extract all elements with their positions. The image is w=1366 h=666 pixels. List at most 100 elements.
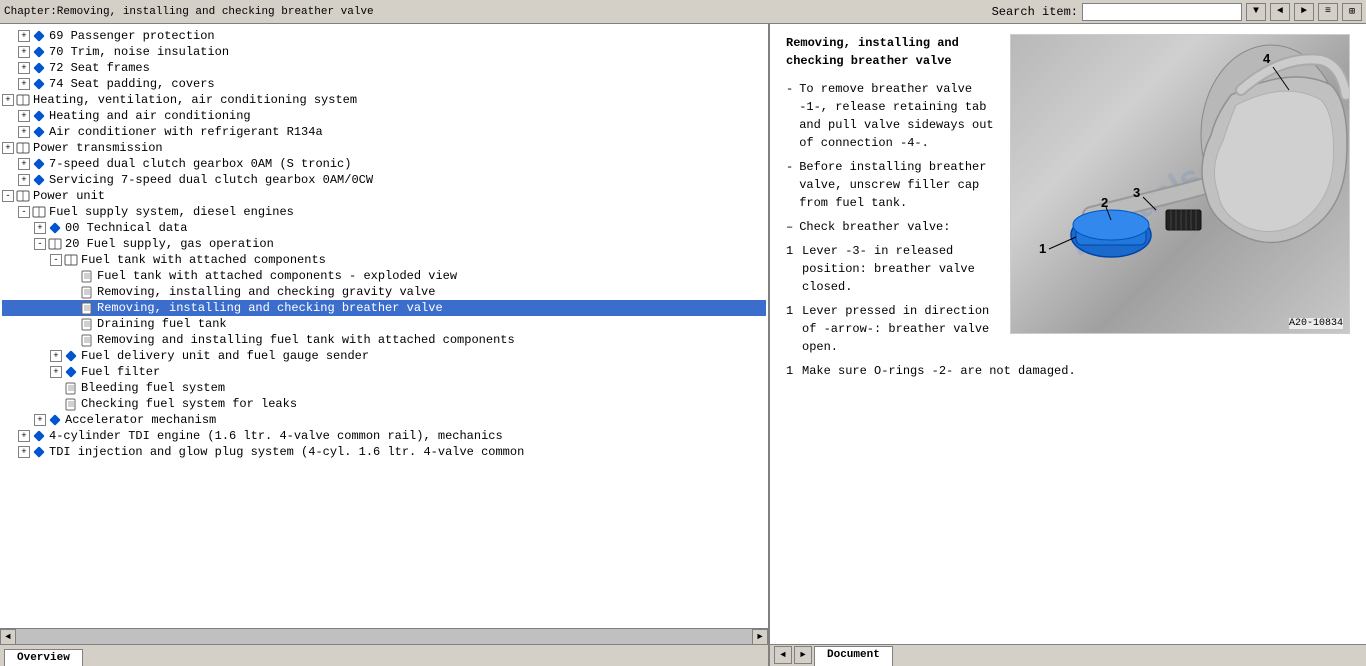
node-icon [32,429,46,443]
expand-icon[interactable] [50,350,62,362]
tree-item-label: Air conditioner with refrigerant R134a [49,125,323,139]
search-input[interactable] [1082,3,1242,21]
expand-icon[interactable] [2,94,14,106]
right-nav-next[interactable]: ► [794,646,812,664]
tree-item[interactable]: Fuel delivery unit and fuel gauge sender [2,348,766,364]
node-icon [16,141,30,155]
node-icon [48,221,62,235]
expand-icon[interactable] [34,222,46,234]
expand-icon[interactable] [66,286,78,298]
tree-item[interactable]: Fuel tank with attached components [2,252,766,268]
tree-item[interactable]: 69 Passenger protection [2,28,766,44]
tree-item[interactable]: 4-cylinder TDI engine (1.6 ltr. 4-valve … [2,428,766,444]
expand-icon[interactable] [66,270,78,282]
expand-icon[interactable] [18,174,30,186]
tree-item-label: Accelerator mechanism [65,413,216,427]
node-icon [80,301,94,315]
expand-icon[interactable] [2,190,14,202]
svg-text:1: 1 [1039,241,1046,256]
expand-icon[interactable] [34,414,46,426]
expand-icon[interactable] [18,446,30,458]
tree-item[interactable]: Servicing 7-speed dual clutch gearbox 0A… [2,172,766,188]
tree-item-label: 20 Fuel supply, gas operation [65,237,274,251]
tree-item[interactable]: Draining fuel tank [2,316,766,332]
tree-item[interactable]: 00 Technical data [2,220,766,236]
expand-icon[interactable] [34,238,46,250]
expand-icon[interactable] [66,302,78,314]
expand-icon[interactable] [50,366,62,378]
node-icon [32,157,46,171]
tree-item-label: Fuel tank with attached components - exp… [97,269,457,283]
expand-icon[interactable] [18,126,30,138]
node-icon [64,381,78,395]
expand-icon[interactable] [18,30,30,42]
tree-item[interactable]: 70 Trim, noise insulation [2,44,766,60]
tree-item[interactable]: Removing, installing and checking gravit… [2,284,766,300]
tab-overview[interactable]: Overview [4,649,83,666]
expand-icon[interactable] [18,206,30,218]
node-icon [48,237,62,251]
toolbar-extra-btn[interactable]: ⊞ [1342,3,1362,21]
doc-para-2: - Before installing breather valve, unsc… [786,158,1000,212]
expand-icon[interactable] [50,254,62,266]
search-prev-btn[interactable]: ◄ [1270,3,1290,21]
tree-item[interactable]: Fuel supply system, diesel engines [2,204,766,220]
right-tabs: ◄ ► Document [770,644,1366,666]
tree-item-label: Heating and air conditioning [49,109,251,123]
search-area: Search item: ▼ ◄ ► ≡ ⊞ [992,3,1362,21]
tree-item[interactable]: Power transmission [2,140,766,156]
tree-item[interactable]: Fuel filter [2,364,766,380]
node-icon [64,365,78,379]
expand-icon[interactable] [18,430,30,442]
tree-item[interactable]: Removing and installing fuel tank with a… [2,332,766,348]
hscroll-track[interactable] [16,629,752,645]
svg-text:2: 2 [1101,195,1108,210]
expand-icon[interactable] [66,334,78,346]
node-icon [32,45,46,59]
expand-icon[interactable] [18,46,30,58]
expand-icon[interactable] [18,158,30,170]
tree-item[interactable]: 74 Seat padding, covers [2,76,766,92]
tree-container[interactable]: 69 Passenger protection70 Trim, noise in… [0,24,768,628]
expand-icon[interactable] [66,318,78,330]
tree-item-label: 70 Trim, noise insulation [49,45,229,59]
tree-item[interactable]: Heating and air conditioning [2,108,766,124]
expand-icon[interactable] [18,62,30,74]
right-nav-prev[interactable]: ◄ [774,646,792,664]
tree-item[interactable]: 7-speed dual clutch gearbox 0AM (S troni… [2,156,766,172]
node-icon [32,445,46,459]
node-icon [80,317,94,331]
tree-item[interactable]: Power unit [2,188,766,204]
tree-item[interactable]: Bleeding fuel system [2,380,766,396]
tree-item-label: TDI injection and glow plug system (4-cy… [49,445,524,459]
left-hscroll[interactable]: ◄ ► [0,628,768,644]
tree-item-label: Servicing 7-speed dual clutch gearbox 0A… [49,173,373,187]
toolbar-menu-btn[interactable]: ≡ [1318,3,1338,21]
tree-item-label: Removing, installing and checking breath… [97,301,443,315]
search-dropdown[interactable]: ▼ [1246,3,1266,21]
tree-item-label: 74 Seat padding, covers [49,77,215,91]
expand-icon[interactable] [2,142,14,154]
hscroll-left-btn[interactable]: ◄ [0,629,16,645]
tree-item[interactable]: Air conditioner with refrigerant R134a [2,124,766,140]
node-icon [16,189,30,203]
expand-icon[interactable] [50,398,62,410]
expand-icon[interactable] [18,110,30,122]
tree-item[interactable]: Heating, ventilation, air conditioning s… [2,92,766,108]
expand-icon[interactable] [18,78,30,90]
tree-item[interactable]: Accelerator mechanism [2,412,766,428]
tree-item[interactable]: TDI injection and glow plug system (4-cy… [2,444,766,460]
doc-para-1: - To remove breather valve -1-, release … [786,80,1000,152]
doc-content: manuals.co.uk [770,24,1366,644]
tree-item-label: Power unit [33,189,105,203]
expand-icon[interactable] [50,382,62,394]
tree-item-label: 4-cylinder TDI engine (1.6 ltr. 4-valve … [49,429,503,443]
tree-item[interactable]: 20 Fuel supply, gas operation [2,236,766,252]
tree-item[interactable]: Checking fuel system for leaks [2,396,766,412]
tree-item[interactable]: Removing, installing and checking breath… [2,300,766,316]
search-next-btn[interactable]: ► [1294,3,1314,21]
tree-item[interactable]: 72 Seat frames [2,60,766,76]
hscroll-right-btn[interactable]: ► [752,629,768,645]
tree-item[interactable]: Fuel tank with attached components - exp… [2,268,766,284]
tab-document[interactable]: Document [814,646,893,666]
